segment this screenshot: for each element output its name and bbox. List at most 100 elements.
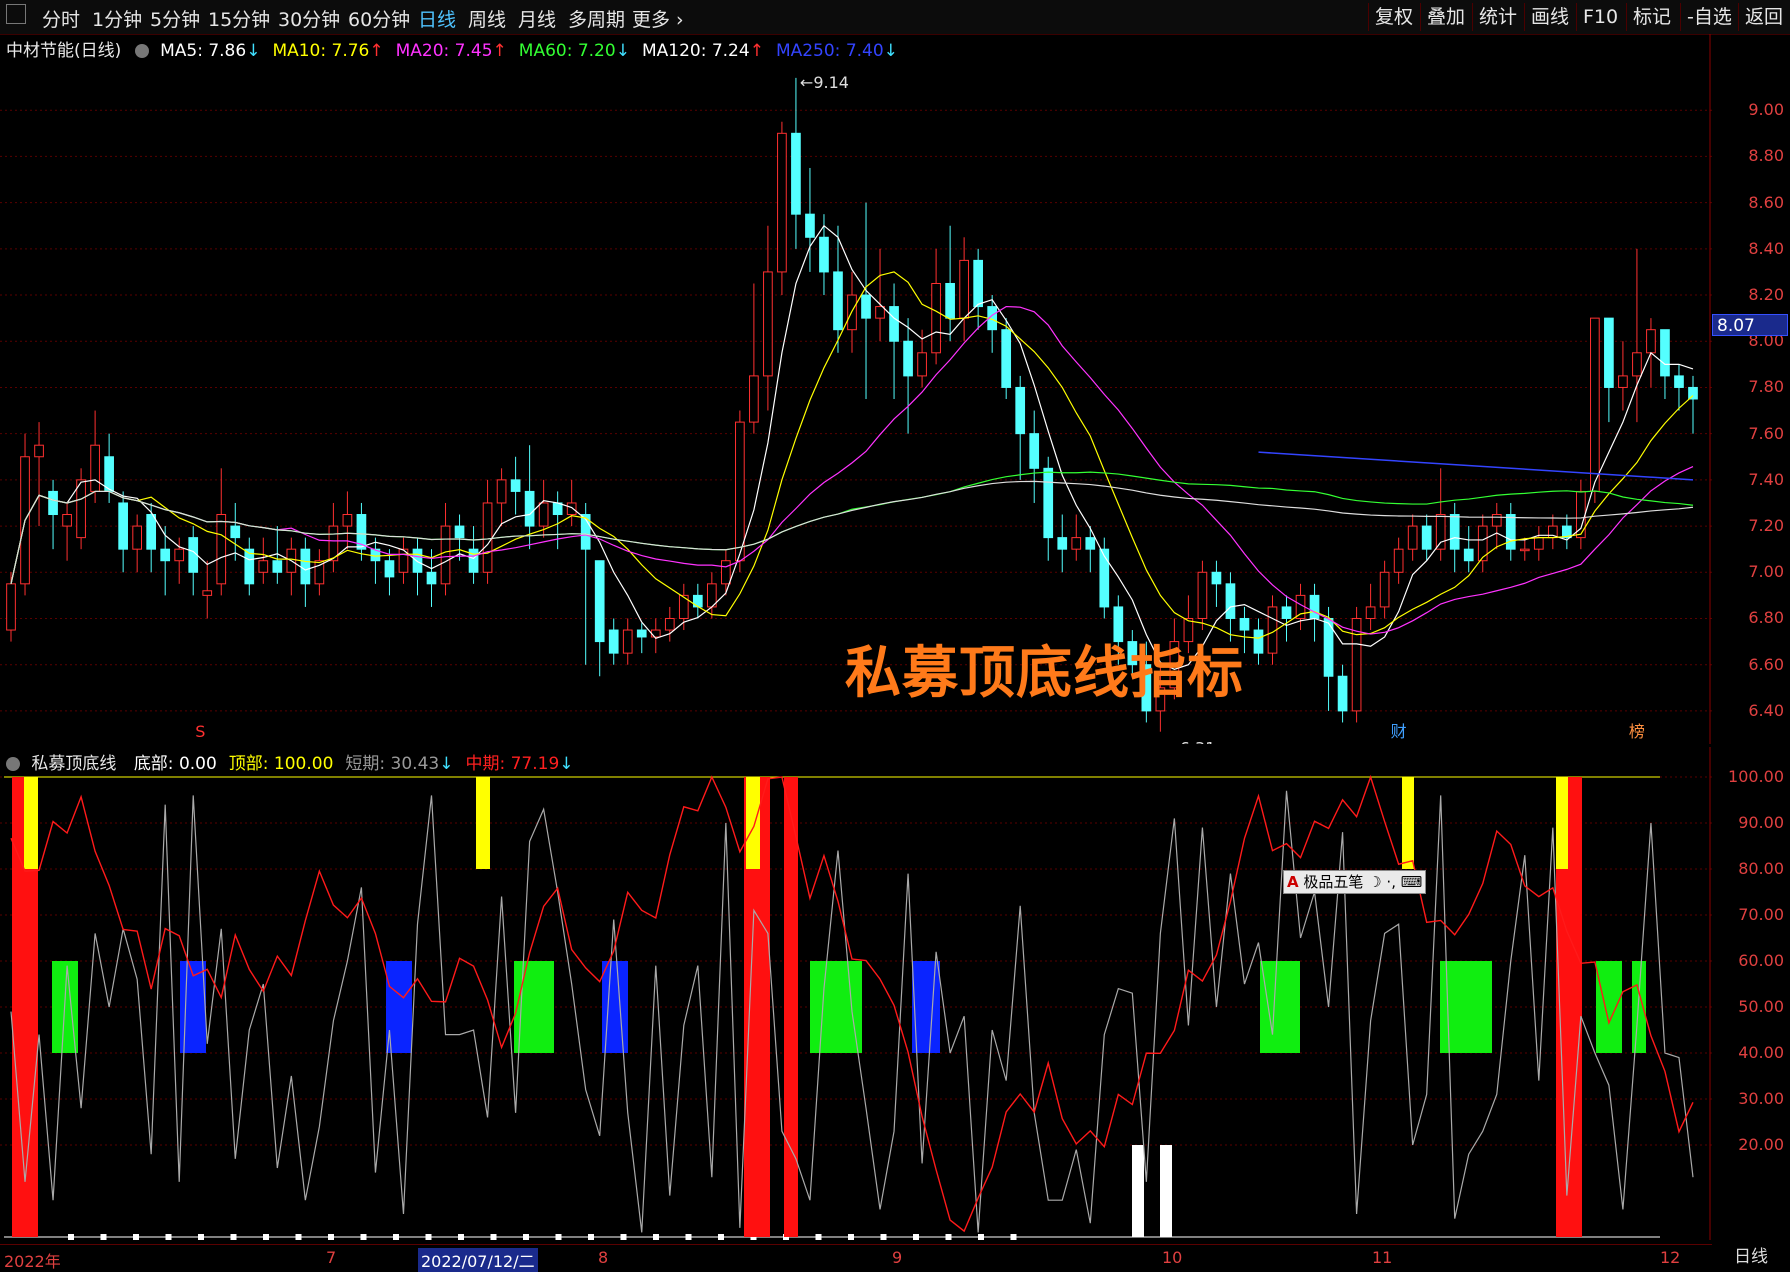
candle-body	[258, 560, 269, 573]
bottom-dot	[978, 1234, 984, 1240]
candle-body	[664, 617, 675, 631]
candle-body	[482, 502, 493, 573]
ma-legend: MA5: 7.86↓ MA10: 7.76 ↑ MA20: 7.45↑ MA60: 7.…	[160, 41, 910, 61]
candle-body	[1407, 525, 1418, 550]
tab-1[interactable]: 1分钟	[92, 5, 142, 32]
candle-body	[1688, 386, 1698, 400]
bottom-dot	[653, 1234, 659, 1240]
candle-body	[1281, 606, 1292, 619]
ime-toolbar[interactable]: A 极品五笔 ☽ ·, ⌨	[1283, 870, 1427, 894]
candle-body	[62, 514, 72, 527]
candle-body	[160, 548, 171, 562]
bottom-dot	[133, 1234, 139, 1240]
candle-body	[735, 421, 745, 562]
candle-body	[1099, 548, 1110, 608]
bottom-dot	[945, 1234, 952, 1240]
ma-legend-item: MA20: 7.45↑	[396, 41, 507, 61]
tab-9[interactable]: 多周期	[568, 5, 625, 32]
ma-value: MA5: 7.86	[160, 41, 247, 61]
candle-body	[692, 594, 703, 608]
tab-6[interactable]: 日线	[418, 5, 456, 32]
tab-10[interactable]: 更多 ›	[632, 5, 684, 32]
yellow-signal-bar	[24, 777, 38, 869]
green-signal-bar	[1596, 961, 1622, 1053]
candle-body	[552, 502, 563, 516]
bottom-dot	[393, 1234, 399, 1240]
price-axis: 9.00 8.80 8.60 8.40 8.20 8.00 7.80 7.60 7.40 7.20…	[1712, 34, 1790, 744]
candle-body	[1071, 537, 1082, 550]
indicator-tick: 80.00	[1738, 859, 1784, 878]
tool-button-6[interactable]: -自选	[1680, 3, 1738, 31]
candle-body	[917, 352, 927, 377]
bottom-dot	[328, 1234, 334, 1240]
candle-body	[861, 294, 871, 319]
bottom-dot	[848, 1234, 854, 1240]
candle-body	[1646, 329, 1656, 354]
bottom-dot	[913, 1234, 919, 1240]
date-label: 10	[1162, 1248, 1183, 1267]
tool-button-3[interactable]: 画线	[1524, 3, 1575, 31]
candle-body	[118, 502, 128, 550]
candle-body	[76, 479, 86, 539]
tab-7[interactable]: 周线	[468, 5, 506, 32]
bottom-dot	[360, 1234, 367, 1240]
ma-legend-item: MA5: 7.86↓	[160, 41, 260, 61]
candle-body	[1632, 352, 1642, 377]
candle-body	[1057, 537, 1068, 550]
tab-5[interactable]: 60分钟	[348, 5, 410, 32]
bottom-dot	[68, 1234, 74, 1240]
price-tick: 6.40	[1748, 700, 1784, 720]
candle-body	[1449, 514, 1460, 550]
candle-body	[1365, 606, 1376, 619]
bottom-dot	[198, 1234, 204, 1240]
tab-3[interactable]: 15分钟	[208, 5, 270, 32]
indicator-settings-icon[interactable]	[6, 757, 20, 771]
indicator-chart[interactable]	[0, 747, 1712, 1240]
candle-body	[1533, 537, 1544, 550]
indicator-tick: 40.00	[1738, 1043, 1784, 1062]
bottom-dot	[295, 1234, 302, 1240]
tab-8[interactable]: 月线	[518, 5, 556, 32]
indicator-axis: 100.00 90.00 80.00 70.00 60.00 50.00 40.00 30.0…	[1712, 747, 1790, 1240]
ma-value: MA10: 7.76	[272, 41, 370, 61]
candle-body	[622, 629, 633, 654]
ma-arrow: ↑	[492, 41, 507, 61]
candle-body	[1463, 548, 1474, 562]
menu-icon[interactable]	[6, 4, 26, 24]
bottom-dot	[815, 1234, 822, 1240]
bottom-dot	[490, 1234, 497, 1240]
tool-button-0[interactable]: 复权	[1368, 3, 1419, 31]
tab-4[interactable]: 30分钟	[278, 5, 340, 32]
tool-button-2[interactable]: 统计	[1472, 3, 1523, 31]
tool-button-7[interactable]: 返回	[1738, 3, 1789, 31]
candle-body	[48, 490, 58, 516]
tab-0[interactable]: 分时	[42, 5, 80, 32]
indicator-legend-item: 中期: 77.19↓	[465, 754, 573, 774]
date-label: 8	[598, 1248, 609, 1267]
candle-body	[384, 560, 395, 578]
tool-button-5[interactable]: 标记	[1626, 3, 1677, 31]
s-marker: S	[195, 722, 205, 741]
indicator-value: 顶部: 100.00	[228, 754, 334, 774]
indicator-title: 私募顶底线	[31, 754, 117, 774]
candle-body	[1674, 375, 1684, 388]
tab-2[interactable]: 5分钟	[150, 5, 200, 32]
candle-body	[412, 548, 423, 573]
date-axis: 2022年 7 2022/07/12/二 8 9 10 11 12	[0, 1244, 1712, 1272]
bottom-dot	[880, 1234, 887, 1240]
tool-button-1[interactable]: 叠加	[1420, 3, 1471, 31]
bottom-dot	[100, 1234, 107, 1240]
ma-value: MA60: 7.20	[518, 41, 616, 61]
price-tick: 7.80	[1748, 377, 1784, 397]
candle-body	[1309, 594, 1320, 619]
candle-body	[594, 560, 605, 643]
candle-body	[875, 306, 885, 319]
chart-settings-icon[interactable]	[134, 44, 149, 58]
candle-body	[1029, 433, 1040, 469]
price-tick: 8.60	[1748, 192, 1784, 212]
tool-button-4[interactable]: F10	[1576, 3, 1624, 31]
stock-title: 中材节能(日线)	[6, 41, 122, 61]
price-tick: 7.60	[1748, 423, 1784, 443]
ma-value: MA120: 7.24	[641, 41, 750, 61]
candle-body	[1211, 571, 1222, 585]
